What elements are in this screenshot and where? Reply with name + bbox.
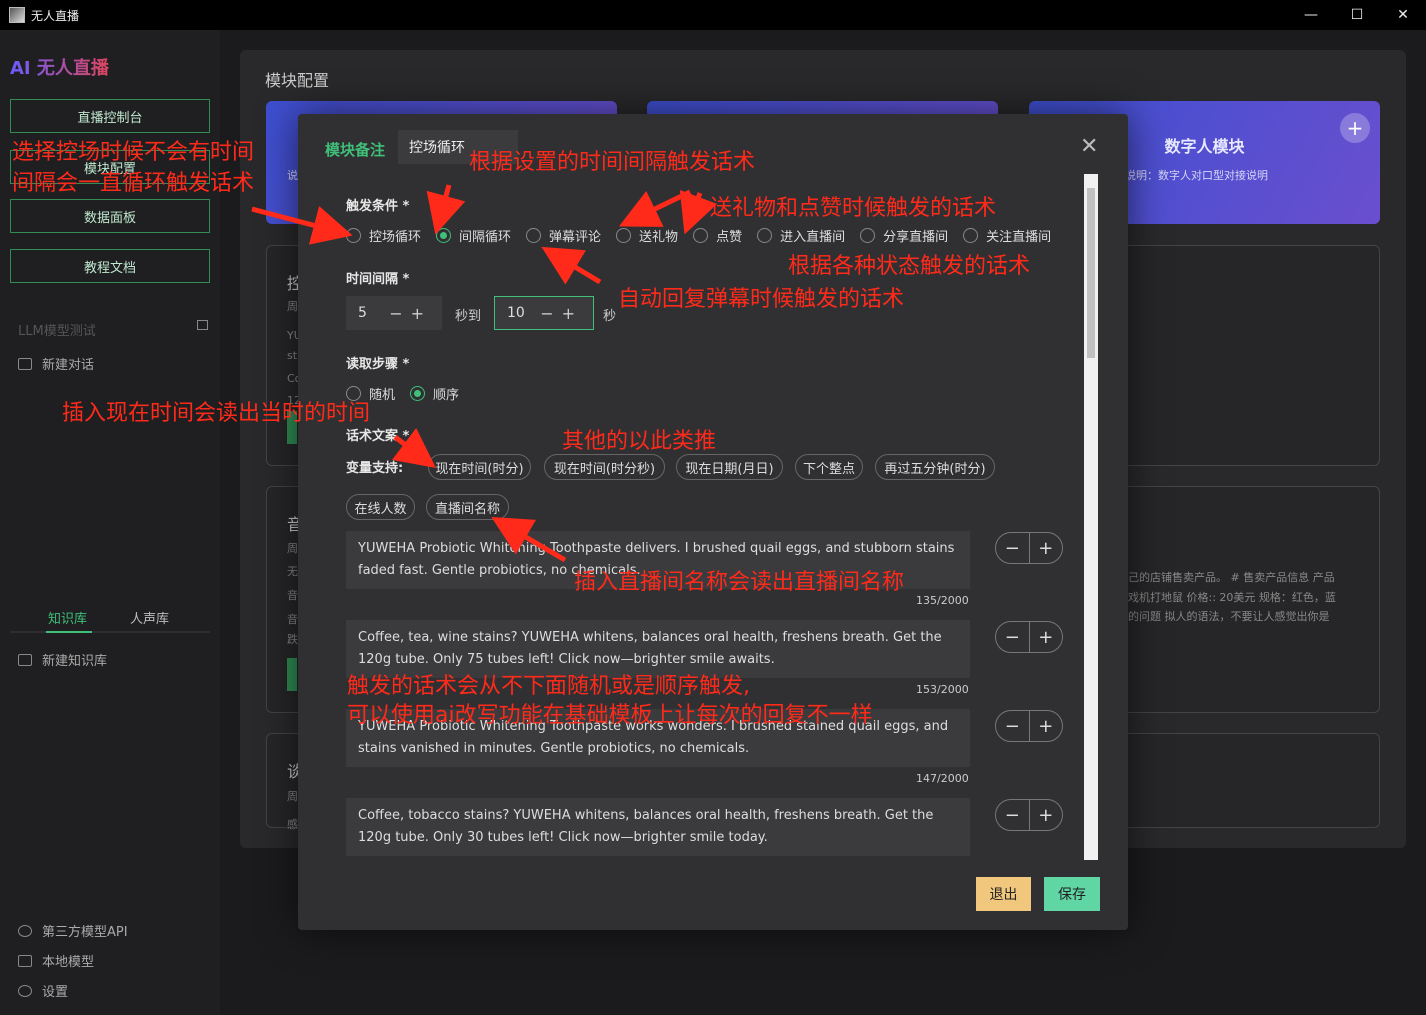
app-icon xyxy=(9,7,25,23)
trigger-follow-room[interactable]: 关注直播间 xyxy=(963,226,1051,245)
local-model-link[interactable]: 本地模型 xyxy=(18,951,94,970)
annotation-9-line1: 触发的话术会从不下面随机或是顺序触发, xyxy=(347,674,750,699)
title-bar: 无人直播 — ☐ ✕ xyxy=(0,0,1426,30)
tab-voice-library[interactable]: 人声库 xyxy=(130,608,169,627)
nav-data-panel[interactable]: 数据面板 xyxy=(10,199,210,233)
trigger-enter-room[interactable]: 进入直播间 xyxy=(757,226,845,245)
new-chat-button[interactable]: 新建对话 xyxy=(18,354,94,373)
script-stepper-1: − + xyxy=(995,532,1063,564)
trigger-label: 触发条件 * xyxy=(346,199,410,214)
trigger-gift[interactable]: 送礼物 xyxy=(616,226,678,245)
collapse-icon[interactable] xyxy=(197,320,208,330)
variable-support-label: 变量支持: xyxy=(346,461,404,476)
var-chip-time-hm[interactable]: 现在时间(时分) xyxy=(428,454,531,480)
scrollbar-thumb[interactable] xyxy=(1087,188,1095,358)
third-party-api-link[interactable]: 第三方模型API xyxy=(18,921,128,940)
remove-script-button[interactable]: − xyxy=(996,627,1029,648)
script-counter-2: 153/2000 xyxy=(916,683,969,696)
monitor-icon xyxy=(18,954,32,967)
script-counter-1: 135/2000 xyxy=(916,594,969,607)
annotation-1-line2: 间隔会一直循环触发话术 xyxy=(12,171,255,196)
llm-test-label: LLM模型测试 xyxy=(18,324,96,339)
trigger-danmaku[interactable]: 弹幕评论 xyxy=(526,226,601,245)
remove-script-button[interactable]: − xyxy=(996,716,1029,737)
chat-icon xyxy=(18,357,32,370)
script-counter-3: 147/2000 xyxy=(916,772,969,785)
annotation-4: 根据各种状态触发的话术 xyxy=(788,254,1031,279)
close-icon[interactable]: ✕ xyxy=(1080,134,1098,159)
script-stepper-3: − + xyxy=(995,710,1063,742)
annotation-6: 插入现在时间会读出当时的时间 xyxy=(62,401,371,426)
interval-label: 时间间隔 * xyxy=(346,272,410,287)
add-script-button[interactable]: + xyxy=(1030,805,1063,826)
var-chip-time-hms[interactable]: 现在时间(时分秒) xyxy=(544,454,665,480)
annotation-8: 插入直播间名称会读出直播间名称 xyxy=(574,570,905,595)
annotation-1-line1: 选择控场时候不会有时间 xyxy=(12,140,255,165)
trigger-interval-loop[interactable]: 间隔循环 xyxy=(436,226,511,245)
var-chip-date[interactable]: 现在日期(月日) xyxy=(676,454,783,480)
exit-button[interactable]: 退出 xyxy=(976,877,1031,911)
close-window-button[interactable]: ✕ xyxy=(1380,0,1426,30)
maximize-button[interactable]: ☐ xyxy=(1334,0,1380,30)
minimize-button[interactable]: — xyxy=(1288,0,1334,30)
nav-tutorial[interactable]: 教程文档 xyxy=(10,249,210,283)
panel-action-stub-2[interactable] xyxy=(287,658,297,691)
script-stepper-4: − + xyxy=(995,799,1063,831)
remove-script-button[interactable]: − xyxy=(996,805,1029,826)
settings-link[interactable]: 设置 xyxy=(18,981,68,1000)
window-title: 无人直播 xyxy=(31,8,80,23)
module-note-label: 模块备注 xyxy=(325,141,386,159)
add-module-button[interactable]: + xyxy=(1340,113,1370,143)
trigger-control-loop[interactable]: 控场循环 xyxy=(346,226,421,245)
add-script-button[interactable]: + xyxy=(1030,627,1063,648)
annotation-3: 送礼物和点赞时候触发的话术 xyxy=(710,196,997,221)
var-chip-five-min-later[interactable]: 再过五分钟(时分) xyxy=(875,454,995,480)
unit-seconds: 秒 xyxy=(603,309,617,324)
trigger-share-room[interactable]: 分享直播间 xyxy=(860,226,948,245)
new-knowledge-base-button[interactable]: 新建知识库 xyxy=(18,650,107,669)
var-chip-online-count[interactable]: 在线人数 xyxy=(346,494,415,520)
dialog-scrollbar[interactable] xyxy=(1084,174,1098,860)
gear-icon xyxy=(18,984,32,997)
step-sequential[interactable]: 顺序 xyxy=(410,384,459,403)
digital-module-desc: 说明：数字人对口型对接说明 xyxy=(1125,169,1268,182)
trigger-like[interactable]: 点赞 xyxy=(693,226,742,245)
api-icon xyxy=(18,924,32,937)
script-label: 话术文案 * xyxy=(346,429,410,444)
module-config-dialog: 模块备注 ✕ 触发条件 * 控场循环 间隔循环 弹幕评论 送礼物 点赞 进入直播… xyxy=(298,114,1128,930)
remove-script-button[interactable]: − xyxy=(996,538,1029,559)
brand-logo: AI 无人直播 xyxy=(10,54,109,80)
annotation-2: 根据设置的时间间隔触发话术 xyxy=(469,150,756,175)
tab-underline xyxy=(10,631,210,633)
var-chip-room-name[interactable]: 直播间名称 xyxy=(426,494,509,520)
interval-from-stepper[interactable]: 5 −+ xyxy=(346,296,442,330)
script-textarea-4[interactable]: Coffee, tobacco stains? YUWEHA whitens, … xyxy=(346,798,970,856)
var-chip-next-hour[interactable]: 下个整点 xyxy=(795,454,863,480)
annotation-5: 自动回复弹幕时候触发的话术 xyxy=(618,287,905,312)
trigger-options: 控场循环 间隔循环 弹幕评论 送礼物 点赞 进入直播间 分享直播间 关注直播间 xyxy=(346,226,1066,245)
read-step-label: 读取步骤 * xyxy=(346,357,410,372)
nav-live-console[interactable]: 直播控制台 xyxy=(10,99,210,133)
save-button[interactable]: 保存 xyxy=(1044,877,1100,911)
page-title: 模块配置 xyxy=(265,71,330,90)
annotation-9-line2: 可以使用ai改写功能在基础模板上让每次的回复不一样 xyxy=(347,703,873,728)
script-stepper-2: − + xyxy=(995,621,1063,653)
unit-seconds-to: 秒到 xyxy=(455,309,482,324)
add-script-button[interactable]: + xyxy=(1030,538,1063,559)
tab-knowledge-base[interactable]: 知识库 xyxy=(48,608,87,627)
interval-to-stepper[interactable]: 10 −+ xyxy=(494,296,594,330)
folder-icon xyxy=(18,653,32,666)
add-script-button[interactable]: + xyxy=(1030,716,1063,737)
annotation-7: 其他的以此类推 xyxy=(562,429,717,454)
